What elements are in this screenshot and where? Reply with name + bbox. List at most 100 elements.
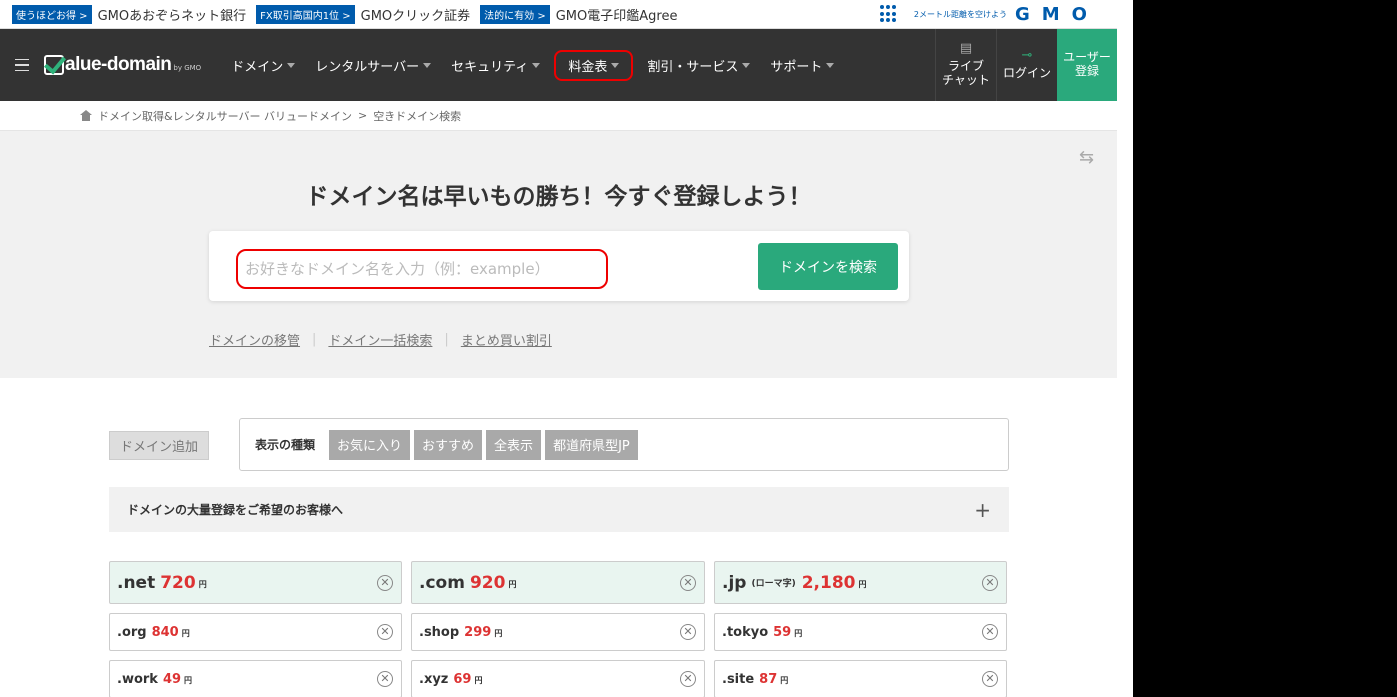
remove-icon[interactable]: ✕ (377, 624, 393, 640)
breadcrumb: ドメイン取得&レンタルサーバー バリュードメイン > 空きドメイン検索 (0, 101, 1117, 131)
yen-label: 円 (181, 629, 190, 638)
add-domain-button[interactable]: ドメイン追加 (109, 431, 209, 460)
domain-cell-net[interactable]: .net 720 円 ✕ (109, 561, 402, 604)
remove-icon[interactable]: ✕ (982, 574, 998, 591)
register-button[interactable]: ユーザー 登録 (1057, 29, 1117, 101)
domain-cell-tokyo[interactable]: .tokyo 59 円 ✕ (714, 613, 1007, 651)
login-button[interactable]: ⊸ ログイン (996, 29, 1057, 101)
remove-icon[interactable]: ✕ (982, 624, 998, 640)
logo-by: by GMO (173, 64, 202, 72)
yen-label: 円 (494, 629, 503, 638)
gmo-badge: FX取引高国内1位 > (256, 4, 355, 24)
caret-down-icon (423, 62, 432, 68)
nav-item-security[interactable]: セキュリティ (441, 51, 550, 80)
filter-label: 表示の種類 (255, 438, 316, 452)
domain-name: .site (722, 671, 755, 687)
domain-cell-org[interactable]: .org 840 円 ✕ (109, 613, 402, 651)
bulk-registration-accordion[interactable]: ドメインの大量登録をご希望のお客様へ + (109, 487, 1009, 532)
domain-name: .tokyo (722, 624, 769, 640)
domain-price-grid: .net 720 円 ✕ .com 920 円 ✕ .jp (ローマ字) 2,1… (109, 561, 1009, 697)
gmo-link-aozora[interactable]: 使うほどお得 > GMOあおぞらネット銀行 (12, 4, 246, 24)
domain-price: 69 (453, 671, 472, 687)
yen-label: 円 (780, 676, 789, 685)
nav-item-rental-server[interactable]: レンタルサーバー (305, 51, 441, 80)
breadcrumb-home-link[interactable]: ドメイン取得&レンタルサーバー バリュードメイン (98, 108, 352, 124)
remove-icon[interactable]: ✕ (982, 671, 998, 687)
gmo-badge: 法的に有効 > (480, 4, 550, 24)
yen-label: 円 (858, 579, 867, 589)
domain-cell-xyz[interactable]: .xyz 69 円 ✕ (411, 660, 705, 697)
domain-price: 840 (151, 624, 179, 640)
domain-cell-work[interactable]: .work 49 円 ✕ (109, 660, 402, 697)
hero-search-section: ⇆ ドメイン名は早いもの勝ち！今すぐ登録しよう！ ドメインを検索 ドメインの移管… (0, 131, 1117, 378)
bulk-search-link[interactable]: ドメイン一括検索 (328, 330, 432, 349)
filter-favorites-button[interactable]: お気に入り (329, 429, 411, 460)
bulk-discount-link[interactable]: まとめ買い割引 (461, 330, 552, 349)
nav-item-support[interactable]: サポート (760, 51, 844, 80)
caret-down-icon (287, 62, 296, 68)
gmo-services-grid-icon[interactable] (879, 5, 898, 23)
domain-price: 299 (464, 624, 492, 640)
domain-name: .net (117, 572, 156, 593)
domain-search-input[interactable] (236, 249, 608, 289)
search-box: ドメインを検索 (209, 231, 909, 301)
main-nav: alue-domain by GMO ドメイン レンタルサーバー セキュリティ … (0, 29, 1117, 101)
filter-show-all-button[interactable]: 全表示 (486, 429, 542, 460)
domain-cell-shop[interactable]: .shop 299 円 ✕ (411, 613, 705, 651)
gmo-link-text: GMOクリック証券 (360, 8, 471, 24)
domain-price: 49 (162, 671, 182, 687)
empty-black-area (1133, 0, 1397, 697)
gmo-catch-copy: 2メートル距離を空けよう (913, 9, 1007, 19)
domain-name: .com (419, 572, 465, 593)
swap-arrows-icon[interactable]: ⇆ (1079, 147, 1105, 168)
yen-label: 円 (508, 579, 517, 589)
gmo-group-bar: 使うほどお得 > GMOあおぞらネット銀行 FX取引高国内1位 > GMOクリッ… (0, 0, 1117, 29)
caret-down-icon (826, 62, 835, 68)
gmo-link-click[interactable]: FX取引高国内1位 > GMOクリック証券 (256, 4, 471, 24)
remove-icon[interactable]: ✕ (680, 574, 696, 591)
gmo-link-text: GMO電子印鑑Agree (555, 8, 678, 24)
domain-name: .jp (722, 572, 747, 593)
menu-icon[interactable] (0, 58, 44, 72)
breadcrumb-current: 空きドメイン検索 (373, 109, 462, 123)
nav-item-pricing[interactable]: 料金表 (554, 49, 634, 81)
filter-prefecture-jp-button[interactable]: 都道府県型JP (545, 429, 638, 460)
breadcrumb-separator: > (357, 109, 368, 122)
page: 使うほどお得 > GMOあおぞらネット銀行 FX取引高国内1位 > GMOクリッ… (0, 0, 1117, 697)
remove-icon[interactable]: ✕ (680, 671, 696, 687)
yen-label: 円 (184, 676, 193, 685)
caret-down-icon (611, 62, 620, 68)
bulk-registration-text: ドメインの大量登録をご希望のお客様へ (127, 503, 344, 517)
domain-cell-jp[interactable]: .jp (ローマ字) 2,180 円 ✕ (714, 561, 1007, 604)
nav-item-discounts[interactable]: 割引・サービス (637, 51, 760, 80)
domain-cell-site[interactable]: .site 87 円 ✕ (714, 660, 1007, 697)
domain-price: 87 (759, 671, 778, 687)
domain-search-button[interactable]: ドメインを検索 (758, 243, 898, 290)
login-icon: ⊸ (1021, 48, 1033, 64)
gmo-badge: 使うほどお得 > (12, 4, 92, 24)
remove-icon[interactable]: ✕ (680, 624, 696, 640)
nav-item-domain[interactable]: ドメイン (221, 51, 305, 80)
domain-name: .xyz (419, 671, 449, 687)
live-chat-button[interactable]: ▤ ライブ チャット (935, 29, 996, 101)
domain-name: .work (117, 671, 158, 687)
filter-recommended-button[interactable]: おすすめ (414, 429, 483, 460)
hero-title: ドメイン名は早いもの勝ち！今すぐ登録しよう！ (305, 184, 812, 210)
value-domain-logo[interactable]: alue-domain by GMO (44, 54, 201, 76)
domain-price: 720 (160, 572, 196, 593)
home-icon (80, 110, 92, 121)
gmo-logo[interactable]: GMO (1015, 4, 1099, 25)
caret-down-icon (532, 62, 541, 68)
remove-icon[interactable]: ✕ (377, 671, 393, 687)
domain-transfer-link[interactable]: ドメインの移管 (209, 330, 300, 349)
domain-cell-com[interactable]: .com 920 円 ✕ (411, 561, 705, 604)
domain-price: 2,180 (801, 572, 856, 593)
domain-name: .shop (419, 624, 460, 640)
yen-label: 円 (794, 629, 803, 638)
chat-icon: ▤ (959, 41, 973, 57)
filter-area: ドメイン追加 表示の種類 お気に入り おすすめ 全表示 都道府県型JP (109, 418, 1009, 472)
plus-icon[interactable]: + (974, 498, 991, 522)
gmo-link-agree[interactable]: 法的に有効 > GMO電子印鑑Agree (480, 4, 678, 24)
yen-label: 円 (198, 579, 207, 589)
remove-icon[interactable]: ✕ (377, 574, 393, 591)
